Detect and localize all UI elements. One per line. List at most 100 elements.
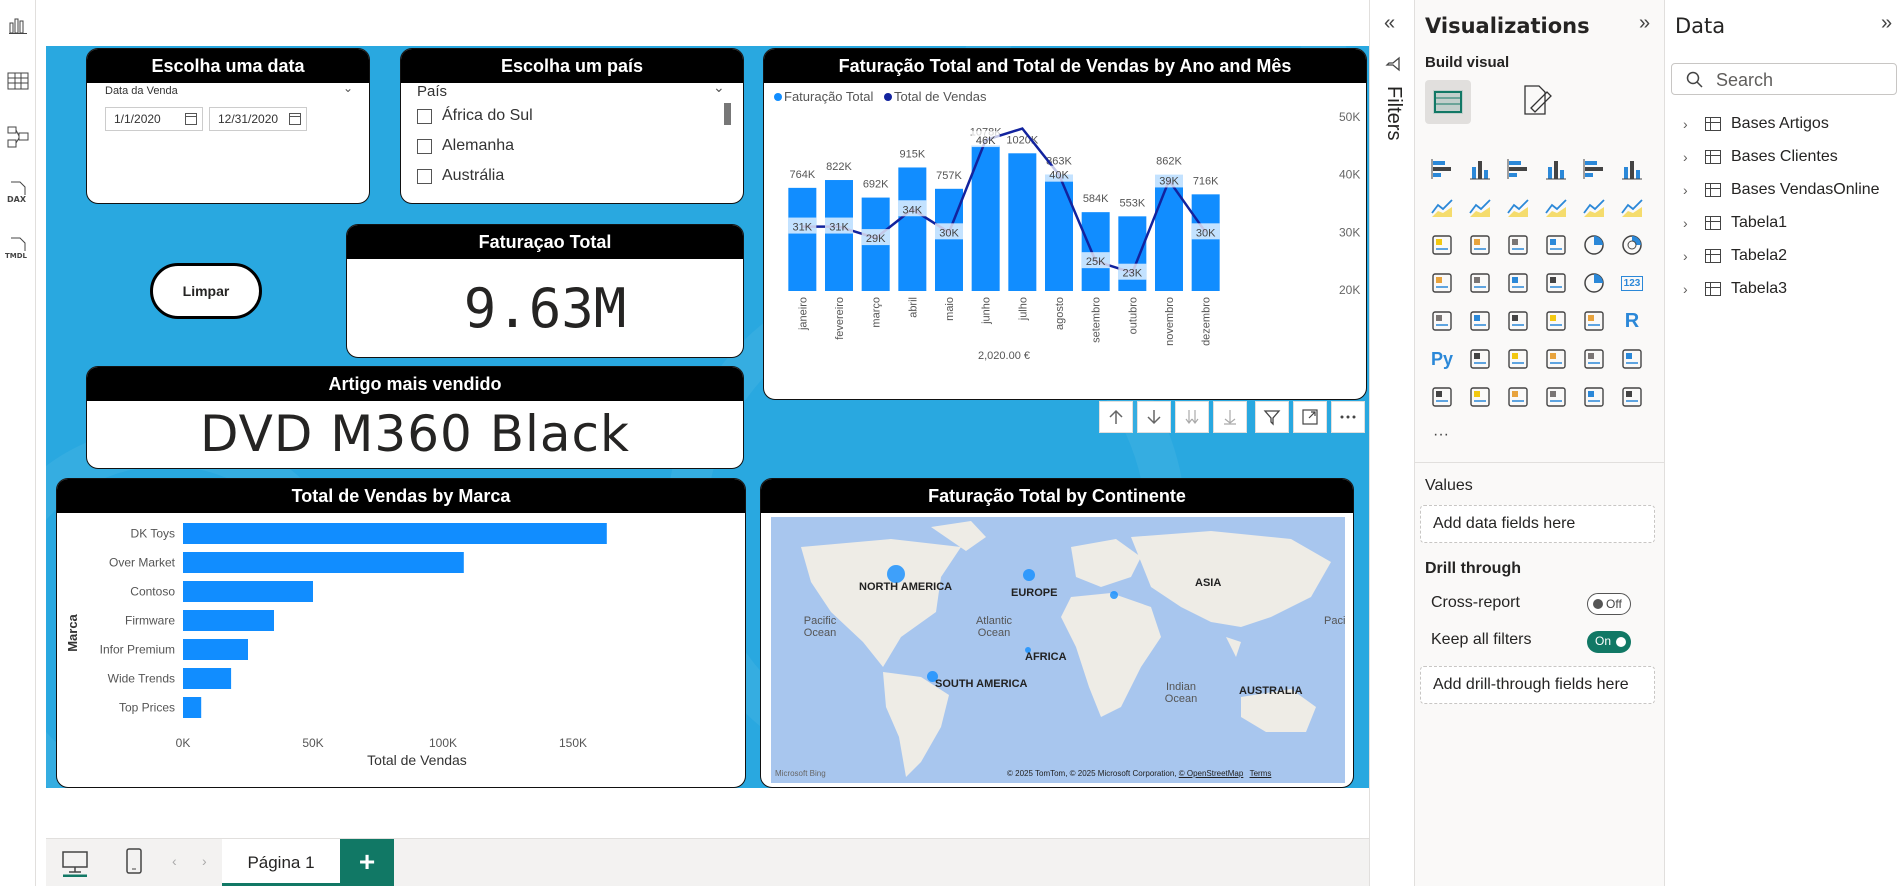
checkbox[interactable]: [417, 108, 432, 124]
table-item[interactable]: › Tabela1: [1683, 211, 1787, 235]
desktop-layout-icon[interactable]: [60, 847, 90, 882]
multi-row-card-icon[interactable]: [1423, 302, 1461, 340]
chevron-right-icon[interactable]: ›: [1683, 149, 1701, 165]
paginated-icon[interactable]: [1423, 378, 1461, 416]
slicer-icon[interactable]: [1499, 302, 1537, 340]
format-visual-icon[interactable]: [1519, 84, 1553, 123]
arcgis-icon[interactable]: [1537, 378, 1575, 416]
map-area[interactable]: NORTH AMERICA EUROPE ASIA AFRICA SOUTH A…: [771, 517, 1345, 783]
drill-through-well[interactable]: Add drill-through fields here: [1420, 666, 1655, 704]
start-date-input[interactable]: 1/1/2020: [105, 107, 203, 131]
stacked-area-icon[interactable]: [1499, 188, 1537, 226]
smart-narrative-icon[interactable]: [1575, 340, 1613, 378]
line-column-icon[interactable]: [1575, 188, 1613, 226]
key-influencers-icon[interactable]: [1461, 340, 1499, 378]
expand-hierarchy-icon[interactable]: [1213, 401, 1247, 433]
filled-map-icon[interactable]: [1499, 264, 1537, 302]
card-icon[interactable]: 123: [1613, 264, 1651, 302]
terms-link[interactable]: Terms: [1250, 769, 1272, 778]
python-visual-icon[interactable]: Py: [1423, 340, 1461, 378]
collapse-filters-icon[interactable]: «: [1384, 12, 1395, 35]
decomposition-tree-icon[interactable]: [1499, 340, 1537, 378]
table-item[interactable]: › Bases VendasOnline: [1683, 178, 1880, 202]
limpar-button[interactable]: Limpar: [150, 263, 262, 319]
expand-icon[interactable]: »: [1881, 12, 1892, 35]
chevron-down-icon[interactable]: ⌄: [713, 79, 725, 96]
map-bubble[interactable]: [1023, 569, 1035, 581]
calendar-icon[interactable]: [289, 113, 301, 125]
line-icon[interactable]: [1423, 188, 1461, 226]
scatter-icon[interactable]: [1537, 226, 1575, 264]
table-item[interactable]: › Bases Artigos: [1683, 112, 1829, 136]
report-view-icon[interactable]: [5, 12, 31, 38]
line-clustered-icon[interactable]: [1613, 188, 1651, 226]
dax-query-icon[interactable]: DAX: [5, 180, 31, 206]
chevron-down-icon[interactable]: ⌄: [343, 81, 353, 95]
clustered-column-icon[interactable]: [1537, 150, 1575, 188]
cross-report-toggle[interactable]: Off: [1587, 593, 1631, 615]
search-input[interactable]: Search: [1671, 63, 1897, 95]
donut-icon[interactable]: [1613, 226, 1651, 264]
clustered-bar-icon[interactable]: [1499, 150, 1537, 188]
table-item[interactable]: › Tabela2: [1683, 244, 1787, 268]
tab-pagina-1[interactable]: Página 1: [222, 839, 340, 886]
treemap-icon[interactable]: [1423, 264, 1461, 302]
checkbox[interactable]: [417, 138, 432, 154]
keep-filters-toggle[interactable]: On: [1587, 631, 1631, 653]
matrix-icon[interactable]: [1575, 302, 1613, 340]
country-item[interactable]: África do Sul: [417, 103, 533, 129]
100-column-icon[interactable]: [1613, 150, 1651, 188]
expand-icon[interactable]: »: [1639, 12, 1650, 35]
metrics-icon[interactable]: [1613, 340, 1651, 378]
map-icon[interactable]: [1461, 264, 1499, 302]
country-item[interactable]: Austrália: [417, 163, 504, 189]
osm-link[interactable]: © OpenStreetMap: [1179, 769, 1244, 778]
power-automate-icon[interactable]: [1499, 378, 1537, 416]
marca-chart[interactable]: Total de Vendas by Marca Marca DK Toys Ove…: [56, 478, 746, 788]
chevron-right-icon[interactable]: ›: [1683, 116, 1701, 132]
more-options-icon[interactable]: [1331, 401, 1365, 433]
prev-page-icon[interactable]: ‹: [172, 853, 177, 869]
map-bubble[interactable]: [1110, 591, 1118, 599]
chevron-right-icon[interactable]: ›: [1683, 281, 1701, 297]
more-visuals-icon[interactable]: ···: [1433, 426, 1449, 444]
pie-icon[interactable]: [1575, 226, 1613, 264]
qa-icon[interactable]: [1537, 340, 1575, 378]
checkbox[interactable]: [417, 168, 432, 184]
power-apps-icon[interactable]: [1461, 378, 1499, 416]
chevron-right-icon[interactable]: ›: [1683, 215, 1701, 231]
filters-pane[interactable]: « Filters: [1369, 0, 1415, 886]
ribbon-icon[interactable]: [1423, 226, 1461, 264]
100-area-icon[interactable]: [1537, 188, 1575, 226]
chevron-icon[interactable]: [1613, 378, 1651, 416]
stacked-bar-icon[interactable]: [1423, 150, 1461, 188]
chevron-right-icon[interactable]: ›: [1683, 248, 1701, 264]
kpi-icon[interactable]: [1461, 302, 1499, 340]
r-visual-icon[interactable]: R: [1613, 302, 1651, 340]
next-page-icon[interactable]: ›: [202, 853, 207, 869]
diamond-icon[interactable]: [1575, 378, 1613, 416]
gauge-icon[interactable]: [1575, 264, 1613, 302]
end-date-input[interactable]: 12/31/2020: [209, 107, 307, 131]
drill-up-icon[interactable]: [1099, 401, 1133, 433]
funnel-icon[interactable]: [1499, 226, 1537, 264]
add-page-button[interactable]: +: [340, 839, 394, 886]
mobile-layout-icon[interactable]: [124, 847, 144, 882]
country-item[interactable]: Alemanha: [417, 133, 514, 159]
model-view-icon[interactable]: [5, 124, 31, 150]
table-view-icon[interactable]: [5, 68, 31, 94]
chevron-right-icon[interactable]: ›: [1683, 182, 1701, 198]
100-bar-icon[interactable]: [1575, 150, 1613, 188]
focus-mode-icon[interactable]: [1293, 401, 1327, 433]
country-slicer[interactable]: Escolha um país País ⌄ África do Sul Ale…: [400, 48, 744, 204]
azure-map-icon[interactable]: [1537, 264, 1575, 302]
stacked-column-icon[interactable]: [1461, 150, 1499, 188]
tmdl-view-icon[interactable]: TMDL: [5, 236, 31, 262]
values-well[interactable]: Add data fields here: [1420, 505, 1655, 543]
filters-label[interactable]: Filters: [1382, 86, 1405, 140]
calendar-icon[interactable]: [185, 113, 197, 125]
date-slicer[interactable]: Escolha uma data Data da Venda ⌄ 1/1/202…: [86, 48, 370, 204]
area-icon[interactable]: [1461, 188, 1499, 226]
combo-chart[interactable]: Faturação Total and Total de Vendas by A…: [763, 48, 1367, 400]
table-icon[interactable]: [1537, 302, 1575, 340]
